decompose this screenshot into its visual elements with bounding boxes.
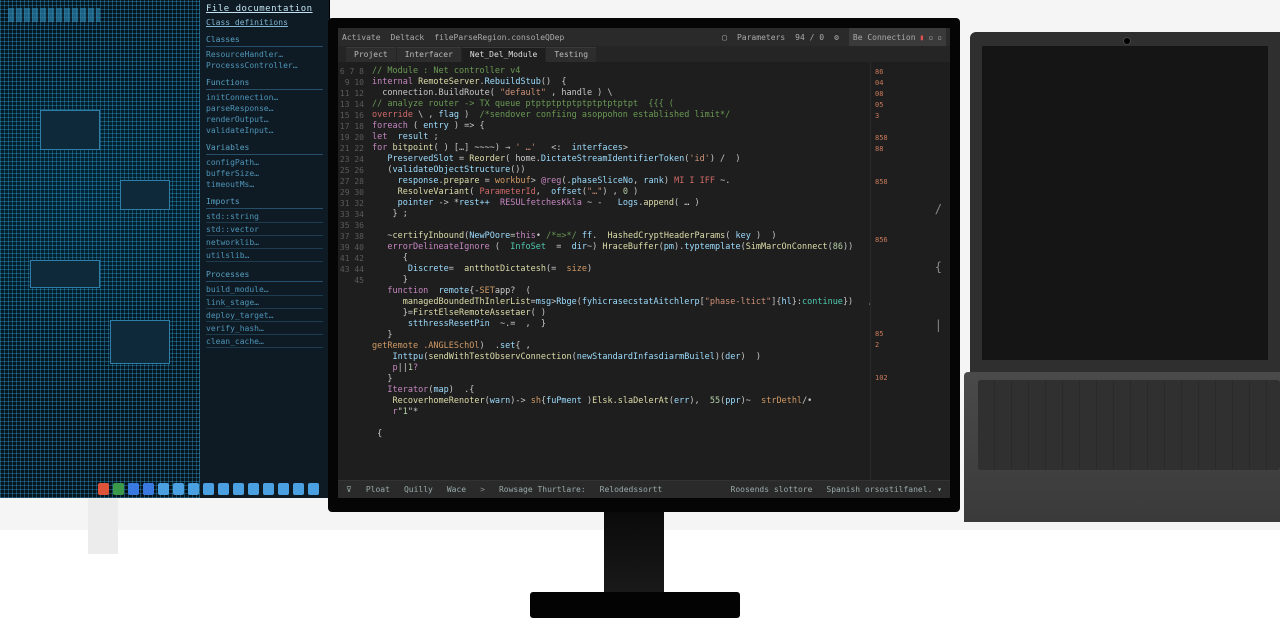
taskbar-app-icon[interactable] [293,483,304,495]
left-panel-header: File documentation [206,4,323,14]
minimap-badge: 05 [875,101,946,110]
line-gutter: 6 7 8 9 10 11 12 13 14 15 16 17 18 19 20… [338,62,368,480]
minimap-badge: 858 [875,134,946,143]
taskbar-app-icon[interactable] [188,483,199,495]
minimap-badge: 858 [875,178,946,187]
maximize-icon[interactable]: ▫ [937,33,942,42]
titlebar-item[interactable]: Activate [342,33,381,42]
status-item[interactable]: Spanish orsostilfanel. ▾ [826,485,942,494]
chevron-right-icon: > [480,485,485,494]
minimap-glyph: | [875,321,942,330]
taskbar-app-icon[interactable] [203,483,214,495]
code-area[interactable]: // Module : Net controller v4 internal R… [368,62,870,480]
status-item[interactable]: Ploat [366,485,390,494]
taskbar-app-icon[interactable] [278,483,289,495]
left-outline-panel: File documentation Class definitions Cla… [200,0,329,498]
outline-section-header[interactable]: Imports [206,197,323,209]
minimap[interactable]: 860408053 85888 858/ 856{ |852 102 [870,62,950,480]
outline-item[interactable]: utilslib… [206,251,323,262]
outline-item[interactable]: std::string [206,212,323,223]
status-item[interactable]: Rowsage Thurtlare: [499,485,586,494]
minimap-glyph: { [875,263,942,272]
schematic-grid [0,0,200,498]
outline-item[interactable]: parseResponse… [206,104,323,113]
titlebar-gear-icon[interactable]: ⚙ [834,33,839,42]
webcam-icon [1124,38,1130,44]
status-item[interactable]: ⊽ [346,485,352,494]
left-panel-subheader: Class definitions [206,18,323,27]
status-item[interactable]: Wace [447,485,466,494]
taskbar-app-icon[interactable] [263,483,274,495]
taskbar [96,480,321,498]
minimap-badge: 86 [875,68,946,77]
taskbar-app-icon[interactable] [158,483,169,495]
minimap-badge: 3 [875,112,946,121]
laptop-screen [970,32,1280,372]
titlebar: Activate Deltack fileParseRegion.console… [338,28,950,46]
minimap-badge: 856 [875,236,946,245]
outline-item[interactable]: link_stage… [206,298,323,309]
titlebar-item[interactable]: fileParseRegion.consoleQDep [434,33,564,42]
titlebar-square-icon[interactable]: ▢ [722,33,727,42]
minimap-glyph: / [875,205,942,214]
minimize-icon[interactable]: ▫ [928,33,933,42]
editor-tab[interactable]: Interfacer [397,47,461,62]
editor-tab[interactable]: Testing [546,47,596,62]
titlebar-mode[interactable]: Be Connection [853,33,916,42]
taskbar-app-icon[interactable] [143,483,154,495]
outline-item[interactable]: clean_cache… [206,337,323,348]
taskbar-app-icon[interactable] [218,483,229,495]
minimap-badge: 04 [875,79,946,88]
outline-section-header[interactable]: Variables [206,143,323,155]
outline-item[interactable]: timeoutMs… [206,180,323,189]
status-item[interactable]: Quilly [404,485,433,494]
left-monitor: File documentation Class definitions Cla… [0,0,330,498]
outline-item[interactable]: bufferSize… [206,169,323,178]
outline-item[interactable]: std::vector [206,225,323,236]
status-item[interactable]: Relodedssortt [600,485,663,494]
outline-item[interactable]: verify_hash… [206,324,323,335]
taskbar-app-icon[interactable] [233,483,244,495]
outline-item[interactable]: initConnection… [206,93,323,102]
outline-section-header[interactable]: Functions [206,78,323,90]
outline-item[interactable]: renderOutput… [206,115,323,124]
status-bar: ⊽ Ploat Quilly Wace > Rowsage Thurtlare:… [338,480,950,498]
outline-item[interactable]: configPath… [206,158,323,167]
outline-section-header[interactable]: Processes [206,270,323,282]
outline-item[interactable]: validateInput… [206,126,323,135]
outline-item[interactable]: build_module… [206,285,323,296]
taskbar-app-icon[interactable] [248,483,259,495]
editor-tab[interactable]: Net_Del_Module [462,47,545,62]
titlebar-counts: 94 / 0 [795,33,824,42]
minimap-badge: 2 [875,341,946,350]
outline-item[interactable]: deploy_target… [206,311,323,322]
outline-item[interactable]: ResourceHandler… [206,50,323,59]
titlebar-item[interactable]: Deltack [391,33,425,42]
close-icon[interactable]: ▮ [920,33,925,42]
taskbar-app-icon[interactable] [113,483,124,495]
laptop-keyboard [978,380,1280,470]
minimap-badge: 102 [875,374,946,383]
status-item[interactable]: Roosends slottore [731,485,813,494]
outline-item[interactable]: networklib… [206,238,323,249]
taskbar-app-icon[interactable] [98,483,109,495]
taskbar-app-icon[interactable] [308,483,319,495]
outline-item[interactable]: ProcesssController… [206,61,323,70]
taskbar-app-icon[interactable] [128,483,139,495]
center-monitor: Activate Deltack fileParseRegion.console… [328,18,960,512]
taskbar-app-icon[interactable] [173,483,184,495]
titlebar-params-label: Parameters [737,33,785,42]
minimap-badge: 08 [875,90,946,99]
outline-section-header[interactable]: Classes [206,35,323,47]
editor-tab[interactable]: Project [346,47,396,62]
code-editor-window: Activate Deltack fileParseRegion.console… [338,28,950,498]
minimap-badge: 88 [875,145,946,154]
tab-bar: ProjectInterfacerNet_Del_ModuleTesting [338,46,950,62]
